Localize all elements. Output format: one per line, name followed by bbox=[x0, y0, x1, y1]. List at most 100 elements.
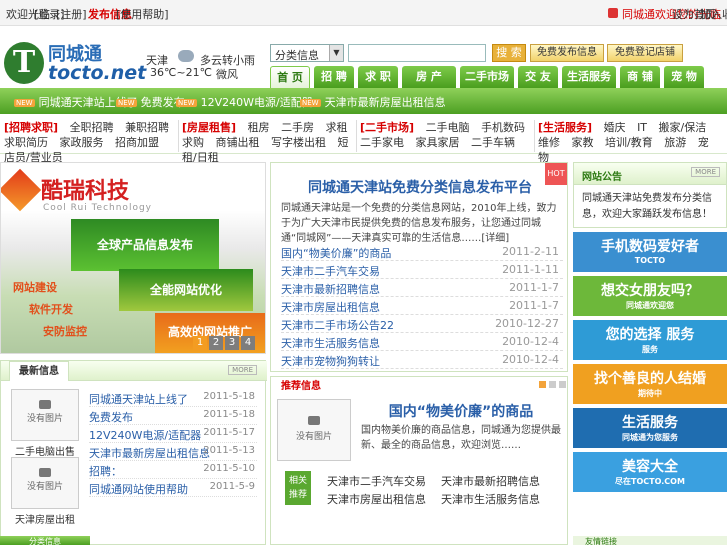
category-link[interactable]: 二手家电 bbox=[360, 136, 404, 149]
category-link[interactable]: 婚庆 bbox=[604, 121, 626, 134]
logo-en: tocto.net bbox=[48, 62, 147, 84]
brand-arrow-icon bbox=[1, 168, 42, 212]
thumbnail-caption[interactable]: 天津房屋出租 bbox=[11, 511, 79, 526]
pager-dot[interactable] bbox=[559, 381, 566, 388]
ticker-item[interactable]: NEW 12V240W电源/适配器 bbox=[176, 94, 313, 110]
tab-jobs[interactable]: 招 聘 bbox=[314, 66, 354, 88]
category-head[interactable]: [二手市场] bbox=[360, 121, 414, 134]
ad-banner[interactable]: 您的选择 服务 服务 bbox=[573, 320, 727, 360]
tab-home[interactable]: 首 页 bbox=[270, 66, 310, 88]
pager-dot[interactable] bbox=[549, 381, 556, 388]
category-link[interactable]: 家具家居 bbox=[416, 136, 460, 149]
news-ticker: NEW 同城通天津站上线了 NEW 免费发布 NEW 12V240W电源/适配器 NE… bbox=[0, 88, 727, 114]
carousel-page[interactable]: 3 bbox=[225, 336, 239, 350]
news-row[interactable]: 天津市二手汽车交易 2011-1-11 bbox=[281, 261, 563, 279]
ad-banner[interactable]: 找个善良的人结婚 期待中 bbox=[573, 364, 727, 404]
carousel-page[interactable]: 1 bbox=[193, 336, 207, 350]
category-link[interactable]: 招商加盟 bbox=[115, 136, 159, 149]
category-link[interactable]: 家教 bbox=[572, 136, 594, 149]
featured-title[interactable]: 国内“物美价廉”的商品 bbox=[361, 401, 561, 421]
category-link[interactable]: 写字楼出租 bbox=[271, 136, 326, 149]
thumbnail[interactable]: 没有图片 bbox=[11, 457, 79, 509]
search-button[interactable]: 搜 索 bbox=[492, 44, 526, 62]
ticker-item[interactable]: NEW 天津市最新房屋出租信息 bbox=[300, 94, 446, 110]
news-row[interactable]: 天津市宠物狗狗转让 2010-12-4 bbox=[281, 351, 563, 369]
register-link[interactable]: [注册] bbox=[56, 6, 87, 22]
promo-carousel[interactable]: 酷瑞科技 Cool Rui Technology 全球产品信息发布 全能网站优化… bbox=[0, 162, 266, 354]
featured-image[interactable]: 没有图片 bbox=[277, 399, 351, 461]
category-link[interactable]: 租房 bbox=[248, 121, 270, 134]
tab-dating[interactable]: 交 友 bbox=[518, 66, 558, 88]
category-link[interactable]: 搬家/保洁 bbox=[659, 121, 707, 134]
category-link[interactable]: 手机数码 bbox=[481, 121, 525, 134]
list-item[interactable]: 同城通网站使用帮助 2011-5-9 bbox=[89, 479, 257, 497]
carousel-pager: 1234 bbox=[193, 335, 257, 350]
weather-wind: 微风 bbox=[216, 68, 238, 81]
category-link[interactable]: 维修 bbox=[538, 136, 560, 149]
category-head[interactable]: [房屋租售] bbox=[182, 121, 236, 134]
list-item[interactable]: 招聘： 2011-5-10 bbox=[89, 461, 257, 479]
ticker-item[interactable]: NEW 免费发布 bbox=[116, 94, 185, 110]
category-jobs: [招聘求职] 全职招聘 兼职招聘 求职简历 家政服务 招商加盟 店员/营业员 bbox=[4, 120, 180, 164]
tab-secondhand[interactable]: 二手市场 bbox=[460, 66, 514, 88]
list-item[interactable]: 天津市最新房屋出租信息 2011-5-13 bbox=[89, 443, 257, 461]
category-link[interactable]: 兼职招聘 bbox=[125, 121, 169, 134]
help-link[interactable]: [使用帮助] bbox=[116, 6, 169, 22]
category-link[interactable]: 培训/教育 bbox=[605, 136, 653, 149]
ad-banner[interactable]: 想交女朋友吗？ 同城通欢迎您 bbox=[573, 276, 727, 316]
news-row[interactable]: 天津市生活服务信息 2010-12-4 bbox=[281, 333, 563, 351]
tab-housing[interactable]: 房 产 bbox=[402, 66, 456, 88]
carousel-page[interactable]: 4 bbox=[241, 336, 255, 350]
ad-banner[interactable]: 生活服务 同城通为您服务 bbox=[573, 408, 727, 448]
camera-icon bbox=[39, 468, 51, 477]
news-row[interactable]: 天津市最新招聘信息 2011-1-7 bbox=[281, 279, 563, 297]
category-link[interactable]: 二手电脑 bbox=[426, 121, 470, 134]
divider bbox=[534, 120, 535, 152]
tab-pets[interactable]: 宠 物 bbox=[664, 66, 704, 88]
category-link[interactable]: 二手房 bbox=[281, 121, 314, 134]
news-row[interactable]: 国内“物美价廉”的商品 2011-2-11 bbox=[281, 243, 563, 261]
related-link[interactable]: 天津市二手汽车交易 bbox=[327, 473, 426, 489]
post-free-button[interactable]: 免费发布信息 bbox=[530, 44, 604, 62]
news-row[interactable]: 天津市房屋出租信息 2011-1-7 bbox=[281, 297, 563, 315]
category-link[interactable]: 商铺出租 bbox=[216, 136, 260, 149]
headline-title[interactable]: 同城通天津站免费分类信息发布平台 bbox=[271, 177, 569, 197]
friend-links-tab[interactable]: 友情链接 bbox=[573, 536, 727, 545]
bottom-tab[interactable]: 分类信息 bbox=[0, 536, 90, 545]
related-link[interactable]: 天津市最新招聘信息 bbox=[441, 473, 540, 489]
search-category-select[interactable]: 分类信息 ▼ bbox=[270, 44, 344, 62]
shield-icon bbox=[608, 8, 618, 18]
category-head[interactable]: [生活服务] bbox=[538, 121, 592, 134]
register-shop-button[interactable]: 免费登记店铺 bbox=[607, 44, 683, 62]
tab-services[interactable]: 生活服务 bbox=[562, 66, 616, 88]
related-label: 相关推荐 bbox=[285, 471, 311, 505]
thumbnail[interactable]: 没有图片 bbox=[11, 389, 79, 441]
related-link[interactable]: 天津市房屋出租信息 bbox=[327, 491, 426, 507]
carousel-page[interactable]: 2 bbox=[209, 336, 223, 350]
related-link[interactable]: 天津市生活服务信息 bbox=[441, 491, 540, 507]
notice-body[interactable]: 同城通天津站免费发布分类信息，欢迎大家踊跃发布信息！ bbox=[582, 191, 722, 223]
category-head[interactable]: [招聘求职] bbox=[4, 121, 58, 134]
list-item[interactable]: 12V240W电源/适配器 2011-5-17 bbox=[89, 425, 257, 443]
category-link[interactable]: 求职简历 bbox=[4, 136, 48, 149]
list-item[interactable]: 免费发布 2011-5-18 bbox=[89, 407, 257, 425]
ad-banner[interactable]: 手机数码爱好者 TOCTO bbox=[573, 232, 727, 272]
category-link[interactable]: 旅游 bbox=[664, 136, 686, 149]
category-link[interactable]: 二手车辆 bbox=[471, 136, 515, 149]
category-link[interactable]: IT bbox=[637, 121, 647, 134]
ad-banner[interactable]: 美容大全 尽在TOCTO.COM bbox=[573, 452, 727, 492]
tab-resume[interactable]: 求 职 bbox=[358, 66, 398, 88]
thumbnail-caption[interactable]: 二手电脑出售 bbox=[11, 443, 79, 458]
category-link[interactable]: 家政服务 bbox=[60, 136, 104, 149]
more-button[interactable]: MORE bbox=[691, 167, 720, 177]
tab-latest[interactable]: 最新信息 bbox=[9, 361, 69, 381]
site-logo[interactable]: T 同城通 tocto.net bbox=[4, 42, 146, 84]
tab-shops[interactable]: 商 铺 bbox=[620, 66, 660, 88]
search-input[interactable] bbox=[348, 44, 486, 62]
more-button[interactable]: MORE bbox=[228, 365, 257, 375]
pager-dot[interactable] bbox=[539, 381, 546, 388]
list-item[interactable]: 同城通天津站上线了 2011-5-18 bbox=[89, 389, 257, 407]
bookmark-link[interactable]: 加入收藏 bbox=[700, 6, 727, 22]
news-row[interactable]: 天津市二手市场公告22 2010-12-27 bbox=[281, 315, 563, 333]
category-link[interactable]: 全职招聘 bbox=[70, 121, 114, 134]
